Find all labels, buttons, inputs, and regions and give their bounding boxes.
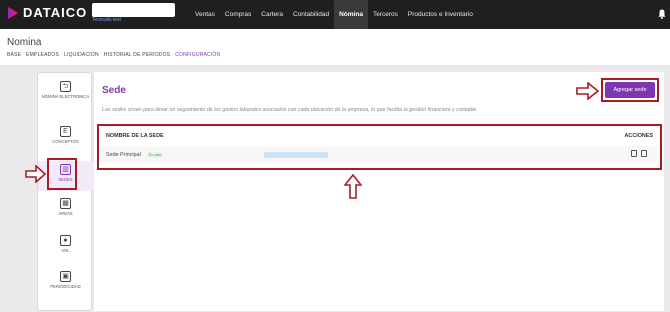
sidebar-item-label: ÁREAS — [58, 211, 73, 216]
sidebar-item-areas[interactable]: ▦ ÁREAS — [38, 198, 93, 216]
arrow-right-icon — [25, 165, 47, 183]
sub-tabs: BASE EMPLEADOS LIQUIDACIÓN HISTORIAL DE … — [7, 52, 220, 58]
arrow-up-icon — [344, 174, 362, 199]
sede-description: Las sedes sirven para llevar un seguimie… — [102, 107, 478, 113]
dataico-logo[interactable]: DATAICO — [6, 5, 87, 20]
document-icon: E — [60, 126, 71, 137]
column-header-name: NOMBRE DE LA SEDE — [106, 133, 164, 139]
exit-icon: ⮌ — [60, 81, 71, 92]
page-header: Nomina — [0, 29, 670, 65]
top-navbar: DATAICO Tesmails test Ventas Compras Car… — [0, 0, 670, 29]
add-sede-button[interactable]: Agregar sede — [605, 82, 655, 98]
tab-configuracion[interactable]: CONFIGURACIÓN — [175, 52, 220, 58]
bell-icon[interactable] — [658, 9, 666, 19]
main-nav: Ventas Compras Cartera Contabilidad Nómi… — [190, 0, 478, 29]
tab-base[interactable]: BASE — [7, 52, 21, 58]
table-row[interactable] — [101, 146, 657, 163]
logo-icon — [8, 6, 18, 19]
nav-productos[interactable]: Productos e Inventario — [403, 0, 478, 29]
nav-nomina[interactable]: Nómina — [334, 0, 368, 29]
logo-text: DATAICO — [23, 5, 88, 20]
calendar-icon: ▣ — [60, 271, 71, 282]
sidebar-item-label: ARL — [61, 248, 70, 253]
arrow-right-icon — [576, 82, 600, 100]
config-sidebar: ⮌ NÓMINA ELECTRÓNICA E CONCEPTOS ▥ SEDES… — [37, 72, 93, 311]
company-selector[interactable] — [92, 3, 175, 17]
sidebar-item-label: CONCEPTOS — [52, 139, 79, 144]
redacted-field — [264, 152, 328, 158]
sidebar-item-conceptos[interactable]: E CONCEPTOS — [38, 126, 93, 144]
tab-historial[interactable]: HISTORIAL DE PERIODOS — [104, 52, 170, 58]
nav-contabilidad[interactable]: Contabilidad — [288, 0, 334, 29]
nav-cartera[interactable]: Cartera — [256, 0, 288, 29]
edit-icon[interactable] — [631, 150, 637, 157]
page-title: Nomina — [7, 37, 42, 48]
row-actions — [631, 150, 647, 157]
sidebar-item-label: PERIODICIDAD — [50, 284, 81, 289]
sidebar-item-periodicidad[interactable]: ▣ PERIODICIDAD — [38, 271, 93, 289]
helmet-icon: ● — [60, 235, 71, 246]
grid-icon: ▦ — [60, 198, 71, 209]
trash-icon[interactable] — [641, 150, 647, 157]
nav-terceros[interactable]: Terceros — [368, 0, 403, 29]
sede-panel: Sede Las sedes sirven para llevar un seg… — [94, 72, 664, 311]
tab-empleados[interactable]: EMPLEADOS — [26, 52, 59, 58]
sidebar-item-label: NÓMINA ELECTRÓNICA — [41, 94, 90, 99]
nav-compras[interactable]: Compras — [220, 0, 256, 29]
sidebar-item-arl[interactable]: ● ARL — [38, 235, 93, 253]
tab-liquidacion[interactable]: LIQUIDACIÓN — [64, 52, 99, 58]
column-header-actions: ACCIONES — [624, 133, 653, 139]
sidebar-item-nomina-electronica[interactable]: ⮌ NÓMINA ELECTRÓNICA — [38, 81, 93, 99]
sede-title: Sede — [102, 85, 126, 96]
sidebar-highlight-box — [47, 158, 77, 190]
nav-ventas[interactable]: Ventas — [190, 0, 220, 29]
company-subtext: Tesmails test — [92, 17, 121, 23]
sede-name: Sede Principal — [106, 152, 141, 158]
status-badge: En uso — [147, 152, 163, 158]
